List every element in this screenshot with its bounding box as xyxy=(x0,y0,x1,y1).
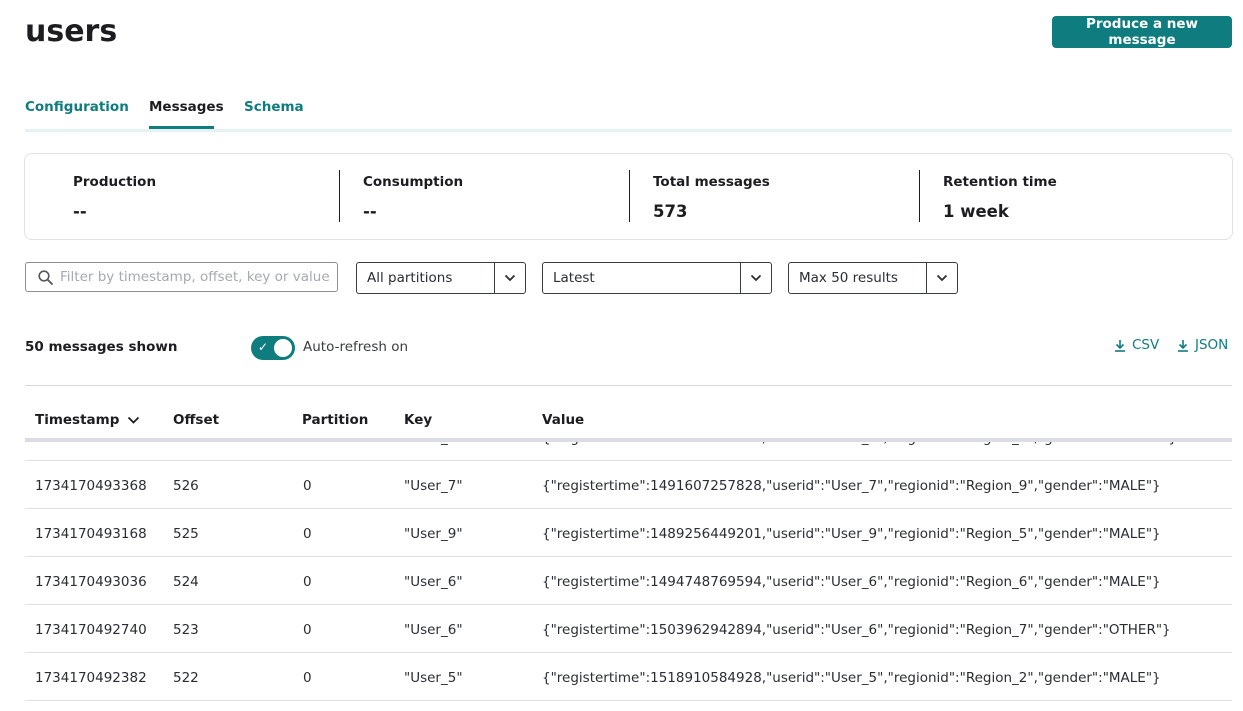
stat-consumption-label: Consumption xyxy=(363,174,464,190)
messages-table: Timestamp Offset Partition Key Value 173… xyxy=(25,385,1232,711)
cell-timestamp: 1734170493168 xyxy=(35,526,147,542)
stat-divider xyxy=(339,170,340,222)
stat-divider xyxy=(919,170,920,222)
chevron-down-icon[interactable] xyxy=(926,263,957,293)
download-json-link[interactable]: JSON xyxy=(1177,337,1228,353)
cell-key: "User_5" xyxy=(404,670,463,686)
active-tab-indicator xyxy=(149,126,214,129)
cell-partition: 0 xyxy=(303,526,312,542)
sort-descending-icon[interactable] xyxy=(127,416,140,424)
cell-partition: 0 xyxy=(303,574,312,590)
cell-value: {"registertime":1491607257828,"userid":"… xyxy=(542,478,1161,494)
check-icon: ✓ xyxy=(258,340,269,354)
column-header-offset[interactable]: Offset xyxy=(173,412,219,428)
cell-offset: 526 xyxy=(173,478,199,494)
produce-message-button[interactable]: Produce a new message xyxy=(1052,16,1232,48)
column-header-value[interactable]: Value xyxy=(542,412,584,428)
download-icon xyxy=(1115,339,1125,352)
column-header-partition[interactable]: Partition xyxy=(302,412,368,428)
partition-select[interactable]: All partitions xyxy=(356,262,526,294)
cell-value: {"registertime":1494748769594,"userid":"… xyxy=(542,574,1161,590)
cell-timestamp: 1734170493368 xyxy=(35,478,147,494)
auto-refresh-label: Auto-refresh on xyxy=(303,339,409,355)
stat-production-label: Production xyxy=(73,174,157,190)
column-header-key[interactable]: Key xyxy=(404,412,432,428)
stat-consumption-value: -- xyxy=(363,202,377,221)
stat-divider xyxy=(629,170,630,222)
cell-timestamp: 1734170492382 xyxy=(35,670,147,686)
tab-schema[interactable]: Schema xyxy=(244,99,304,115)
cell-key: "User_7" xyxy=(404,478,463,494)
table-row[interactable]: 1734170493368 526 0 "User_7" {"registert… xyxy=(25,461,1232,509)
cell-value: {"registertime":1518910584928,"userid":"… xyxy=(542,670,1161,686)
stat-total-messages-label: Total messages xyxy=(653,174,770,190)
message-filter-input[interactable] xyxy=(60,264,330,290)
cell-offset: 523 xyxy=(173,622,199,638)
cell-key: "User_9" xyxy=(404,526,463,542)
toggle-knob xyxy=(274,339,292,357)
cell-offset: 524 xyxy=(173,574,199,590)
column-header-timestamp[interactable]: Timestamp xyxy=(35,412,140,428)
cell-timestamp: 1734170492740 xyxy=(35,622,147,638)
cell-partition: 0 xyxy=(303,478,312,494)
cell-partition: 0 xyxy=(303,622,312,638)
table-header: Timestamp Offset Partition Key Value xyxy=(25,386,1232,442)
page-title: users xyxy=(25,14,118,49)
column-header-label: Timestamp xyxy=(35,412,120,428)
table-row[interactable]: 1734170492740 523 0 "User_6" {"registert… xyxy=(25,605,1232,653)
message-filter-field xyxy=(25,262,338,292)
tab-messages[interactable]: Messages xyxy=(149,99,224,115)
stat-retention-label: Retention time xyxy=(943,174,1057,190)
chevron-down-icon[interactable] xyxy=(740,263,771,293)
offset-select-value: Latest xyxy=(553,270,595,286)
cell-value: {"registertime":1503962942894,"userid":"… xyxy=(542,622,1171,638)
table-body: 1734170493497 527 0 "User_3" {"registert… xyxy=(25,413,1232,701)
table-row[interactable]: 1734170493168 525 0 "User_9" {"registert… xyxy=(25,509,1232,557)
chevron-down-icon[interactable] xyxy=(494,263,525,293)
partition-select-value: All partitions xyxy=(367,270,453,286)
offset-select[interactable]: Latest xyxy=(542,262,772,294)
auto-refresh-toggle[interactable]: ✓ xyxy=(251,336,295,360)
cell-value: {"registertime":1489256449201,"userid":"… xyxy=(542,526,1161,542)
topic-stats-card: Production -- Consumption -- Total messa… xyxy=(24,153,1233,240)
download-json-label: JSON xyxy=(1195,337,1229,353)
limit-select-value: Max 50 results xyxy=(799,270,898,286)
limit-select[interactable]: Max 50 results xyxy=(788,262,958,294)
download-icon xyxy=(1178,339,1188,352)
cell-key: "User_6" xyxy=(404,574,463,590)
download-csv-label: CSV xyxy=(1132,337,1160,353)
cell-key: "User_6" xyxy=(404,622,463,638)
cell-partition: 0 xyxy=(303,670,312,686)
stat-retention-value: 1 week xyxy=(943,202,1009,221)
download-csv-link[interactable]: CSV xyxy=(1114,337,1159,353)
messages-shown-count: 50 messages shown xyxy=(25,339,178,355)
cell-offset: 522 xyxy=(173,670,199,686)
tab-bar: Configuration Messages Schema xyxy=(25,96,1232,132)
table-row[interactable]: 1734170493036 524 0 "User_6" {"registert… xyxy=(25,557,1232,605)
cell-offset: 525 xyxy=(173,526,199,542)
stat-production-value: -- xyxy=(73,202,87,221)
stat-total-messages-value: 573 xyxy=(653,202,688,221)
tab-configuration[interactable]: Configuration xyxy=(25,99,129,115)
cell-timestamp: 1734170493036 xyxy=(35,574,147,590)
search-icon xyxy=(38,270,53,285)
table-row[interactable]: 1734170492382 522 0 "User_5" {"registert… xyxy=(25,653,1232,701)
